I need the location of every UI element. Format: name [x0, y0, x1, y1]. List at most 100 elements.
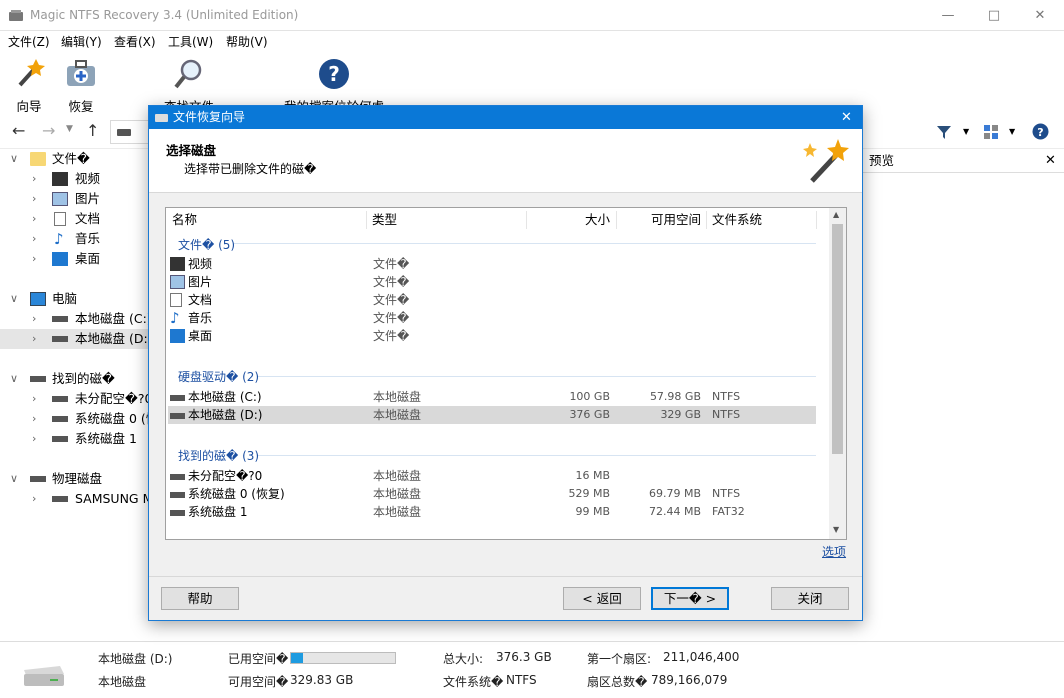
- tree-item-music[interactable]: › ♪ 音乐: [0, 229, 148, 249]
- tree-item-computer[interactable]: ∨ 电脑: [0, 289, 148, 309]
- expand-chevron-icon[interactable]: ›: [32, 429, 36, 449]
- collapse-chevron-icon[interactable]: ∨: [10, 289, 18, 309]
- filter-icon[interactable]: [936, 124, 952, 140]
- menu-file[interactable]: 文件(Z): [8, 33, 50, 50]
- column-header-size[interactable]: 大小: [528, 208, 610, 232]
- drive-icon: [52, 496, 68, 502]
- up-arrow-icon[interactable]: ↑: [86, 121, 99, 140]
- expand-chevron-icon[interactable]: ›: [32, 169, 36, 189]
- expand-chevron-icon[interactable]: ›: [32, 489, 36, 509]
- history-dropdown-icon[interactable]: ▼: [66, 124, 73, 134]
- drive-icon: [117, 129, 131, 136]
- row-type: 本地磁盘: [373, 469, 422, 483]
- disk-list[interactable]: 名称 类型 大小 可用空间 文件系统 文件� (5) 视频 文件� 图片 文件�…: [165, 207, 847, 540]
- status-sector-count-label: 扇区总数�: [587, 675, 648, 689]
- help-button[interactable]: 帮助: [161, 587, 239, 610]
- tree-item-docs[interactable]: › 文档: [0, 209, 148, 229]
- list-row-video[interactable]: 视频 文件�: [168, 255, 816, 273]
- tree-item-found-disks[interactable]: ∨ 找到的磁�: [0, 369, 148, 389]
- help-icon[interactable]: ?: [1032, 123, 1049, 140]
- drive-icon: [30, 376, 46, 382]
- forward-arrow-icon[interactable]: →: [42, 121, 55, 140]
- close-button[interactable]: 关闭: [771, 587, 849, 610]
- expand-chevron-icon[interactable]: ›: [32, 389, 36, 409]
- windows-drive-icon: [52, 316, 68, 322]
- minimize-button[interactable]: —: [925, 0, 971, 31]
- collapse-chevron-icon[interactable]: ∨: [10, 149, 18, 169]
- dialog-close-icon[interactable]: ✕: [841, 106, 852, 129]
- tree-item-system-disk-1[interactable]: › 系统磁盘 1: [0, 429, 148, 449]
- computer-icon: [30, 292, 46, 306]
- tree-item-disk-c[interactable]: › 本地磁盘 (C:): [0, 309, 148, 329]
- filter-dropdown-icon[interactable]: ▼: [963, 127, 969, 136]
- expand-chevron-icon[interactable]: ›: [32, 409, 36, 429]
- list-row-pictures[interactable]: 图片 文件�: [168, 273, 816, 291]
- close-preview-icon[interactable]: ✕: [1045, 153, 1056, 168]
- menu-help[interactable]: 帮助(V): [226, 33, 268, 50]
- list-row-desktop[interactable]: 桌面 文件�: [168, 327, 816, 345]
- tree-item-files[interactable]: ∨ 文件�: [0, 149, 148, 169]
- tree-item-samsung[interactable]: › SAMSUNG MZ: [0, 489, 148, 509]
- list-row-unallocated[interactable]: 未分配空�?0 本地磁盘 16 MB: [168, 467, 816, 485]
- group-header-found[interactable]: 找到的磁� (3): [178, 447, 259, 464]
- svg-text:?: ?: [1037, 126, 1043, 139]
- tree-item-unallocated[interactable]: › 未分配空�?0: [0, 389, 148, 409]
- tree-item-desktop[interactable]: › 桌面: [0, 249, 148, 269]
- expand-chevron-icon[interactable]: ›: [32, 329, 36, 349]
- column-separator: [706, 211, 707, 229]
- list-row-system-disk-0[interactable]: 系统磁盘 0 (恢复) 本地磁盘 529 MB 69.79 MB NTFS: [168, 485, 816, 503]
- tree-item-physical-disks[interactable]: ∨ 物理磁盘: [0, 469, 148, 489]
- list-row-docs[interactable]: 文档 文件�: [168, 291, 816, 309]
- tree-item-pictures[interactable]: › 图片: [0, 189, 148, 209]
- maximize-button[interactable]: □: [971, 0, 1017, 31]
- menu-bar: 文件(Z) 编辑(Y) 查看(X) 工具(W) 帮助(V): [0, 31, 1064, 51]
- column-header-type[interactable]: 类型: [372, 208, 397, 232]
- list-row-disk-c[interactable]: 本地磁盘 (C:) 本地磁盘 100 GB 57.98 GB NTFS: [168, 388, 816, 406]
- list-scrollbar[interactable]: ▲ ▼: [829, 208, 846, 539]
- address-bar[interactable]: [110, 120, 148, 144]
- column-header-name[interactable]: 名称: [172, 208, 197, 232]
- tree-item-disk-d[interactable]: › 本地磁盘 (D:): [0, 329, 148, 349]
- next-button[interactable]: 下一� >: [651, 587, 729, 610]
- list-row-music[interactable]: ♪ 音乐 文件�: [168, 309, 816, 327]
- status-total-label: 总大小:: [443, 652, 484, 666]
- view-dropdown-icon[interactable]: ▼: [1009, 127, 1015, 136]
- back-button[interactable]: < 返回: [563, 587, 641, 610]
- help-circle-icon: ?: [319, 59, 349, 89]
- expand-chevron-icon[interactable]: ›: [32, 209, 36, 229]
- row-type: 本地磁盘: [373, 487, 422, 501]
- column-header-free[interactable]: 可用空间: [618, 208, 701, 232]
- row-type: 文件�: [373, 275, 410, 289]
- scroll-down-icon[interactable]: ▼: [833, 525, 839, 534]
- collapse-chevron-icon[interactable]: ∨: [10, 469, 18, 489]
- expand-chevron-icon[interactable]: ›: [32, 249, 36, 269]
- group-divider: [234, 243, 816, 244]
- preview-title: 预览: [869, 153, 895, 168]
- tree-label: 系统磁盘 0 (恢: [75, 411, 148, 426]
- row-name: 文档: [188, 293, 213, 307]
- list-row-system-disk-1[interactable]: 系统磁盘 1 本地磁盘 99 MB 72.44 MB FAT32: [168, 503, 816, 521]
- wizard-button[interactable]: 向导: [8, 51, 50, 115]
- recover-button[interactable]: 恢复: [60, 51, 102, 115]
- column-header-fs[interactable]: 文件系统: [712, 208, 762, 232]
- group-header-drives[interactable]: 硬盘驱动� (2): [178, 368, 259, 385]
- back-arrow-icon[interactable]: ←: [12, 121, 25, 140]
- options-link[interactable]: 选项: [822, 543, 846, 560]
- collapse-chevron-icon[interactable]: ∨: [10, 369, 18, 389]
- menu-view[interactable]: 查看(X): [114, 33, 156, 50]
- expand-chevron-icon[interactable]: ›: [32, 229, 36, 249]
- list-row-disk-d[interactable]: 本地磁盘 (D:) 本地磁盘 376 GB 329 GB NTFS: [168, 406, 816, 424]
- expand-chevron-icon[interactable]: ›: [32, 309, 36, 329]
- scrollbar-thumb[interactable]: [832, 224, 843, 454]
- menu-edit[interactable]: 编辑(Y): [61, 33, 102, 50]
- scroll-up-icon[interactable]: ▲: [833, 210, 839, 219]
- tree-item-video[interactable]: › 视频: [0, 169, 148, 189]
- view-mode-icon[interactable]: [983, 124, 999, 140]
- tree-item-system-disk-0[interactable]: › 系统磁盘 0 (恢: [0, 409, 148, 429]
- row-name: 未分配空�?0: [188, 469, 263, 483]
- expand-chevron-icon[interactable]: ›: [32, 189, 36, 209]
- group-header-files[interactable]: 文件� (5): [178, 236, 235, 253]
- close-window-button[interactable]: ✕: [1017, 0, 1063, 31]
- menu-tools[interactable]: 工具(W): [168, 33, 213, 50]
- tree-label: 桌面: [75, 251, 101, 266]
